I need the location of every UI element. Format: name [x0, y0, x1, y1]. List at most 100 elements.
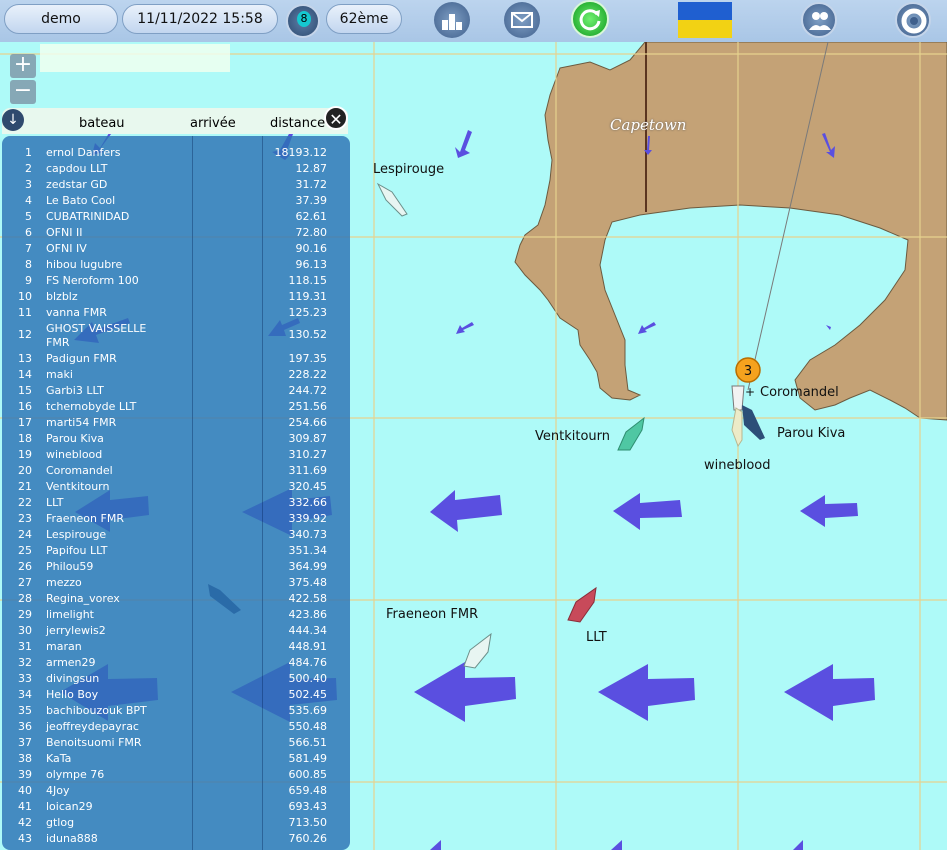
ranking-row[interactable]: 27 mezzo 375.48	[2, 574, 350, 590]
boat-name[interactable]: Benoitsuomi FMR	[46, 736, 166, 750]
boat-name[interactable]: jerrylewis2	[46, 624, 166, 638]
boat-name[interactable]: divingsun	[46, 672, 166, 686]
ranking-row[interactable]: 36 jeoffreydepayrac 550.48	[2, 718, 350, 734]
clock-icon[interactable]: 8	[286, 4, 320, 38]
ranking-row[interactable]: 29 limelight 423.86	[2, 606, 350, 622]
boat-name[interactable]: Le Bato Cool	[46, 194, 166, 208]
boat-name[interactable]: Garbi3 LLT	[46, 384, 166, 398]
boat-name[interactable]: mezzo	[46, 576, 166, 590]
boat-name[interactable]: Coromandel	[46, 464, 166, 478]
header-distance[interactable]: distance	[270, 116, 325, 131]
boat-name[interactable]: OFNI IV	[46, 242, 166, 256]
boat-name[interactable]: OFNI II	[46, 226, 166, 240]
ranking-row[interactable]: 10 blzblz 119.31	[2, 288, 350, 304]
ranking-row[interactable]: 5 CUBATRINIDAD 62.61	[2, 208, 350, 224]
boat-label-parou-kiva[interactable]: Parou Kiva	[777, 426, 845, 441]
boat-name[interactable]: KaTa	[46, 752, 166, 766]
boat-name[interactable]: olympe 76	[46, 768, 166, 782]
ranking-row[interactable]: 30 jerrylewis2 444.34	[2, 622, 350, 638]
ranking-row[interactable]: 34 Hello Boy 502.45	[2, 686, 350, 702]
boat-name[interactable]: loican29	[46, 800, 166, 814]
podium-icon[interactable]	[434, 2, 470, 38]
boat-name[interactable]: 4Joy	[46, 784, 166, 798]
ranking-row[interactable]: 20 Coromandel 311.69	[2, 462, 350, 478]
boat-name[interactable]: LLT	[46, 496, 166, 510]
boat-name[interactable]: CUBATRINIDAD	[46, 210, 166, 224]
ranking-row[interactable]: 1 ernol Danfers 18193.12	[2, 144, 350, 160]
boat-label-llt[interactable]: LLT	[586, 630, 607, 645]
ranking-row[interactable]: 7 OFNI IV 90.16	[2, 240, 350, 256]
ranking-row[interactable]: 17 marti54 FMR 254.66	[2, 414, 350, 430]
ranking-row[interactable]: 11 vanna FMR 125.23	[2, 304, 350, 320]
ranking-row[interactable]: 24 Lespirouge 340.73	[2, 526, 350, 542]
boat-label-wineblood[interactable]: wineblood	[704, 458, 771, 473]
boat-name[interactable]: Padigun FMR	[46, 352, 166, 366]
ranking-row[interactable]: 44Boardin841.20	[2, 846, 350, 850]
user-button[interactable]: demo	[4, 4, 118, 34]
scroll-down-icon[interactable]: ↓	[2, 109, 24, 131]
boat-name[interactable]: armen29	[46, 656, 166, 670]
boat-name[interactable]: Fraeneon FMR	[46, 512, 166, 526]
ranking-row[interactable]: 14 maki 228.22	[2, 366, 350, 382]
refresh-icon[interactable]	[571, 0, 609, 38]
boat-name[interactable]: FS Neroform 100	[46, 274, 166, 288]
boat-label-fraeneon[interactable]: Fraeneon FMR	[386, 607, 478, 622]
boat-name[interactable]: Regina_vorex	[46, 592, 166, 606]
ranking-row[interactable]: 15 Garbi3 LLT 244.72	[2, 382, 350, 398]
ranking-row[interactable]: 38 KaTa 581.49	[2, 750, 350, 766]
ranking-row[interactable]: 18 Parou Kiva 309.87	[2, 430, 350, 446]
ranking-row[interactable]: 6 OFNI II 72.80	[2, 224, 350, 240]
boat-name[interactable]: vanna FMR	[46, 306, 166, 320]
boat-name[interactable]: Parou Kiva	[46, 432, 166, 446]
boat-label-ventkitourn[interactable]: Ventkitourn	[535, 429, 610, 444]
boat-name[interactable]: zedstar GD	[46, 178, 166, 192]
help-lifebuoy-icon[interactable]	[895, 2, 931, 38]
ranking-row[interactable]: 37 Benoitsuomi FMR 566.51	[2, 734, 350, 750]
ranking-row[interactable]: 16 tchernobyde LLT 251.56	[2, 398, 350, 414]
ranking-row[interactable]: 42 gtlog 713.50	[2, 814, 350, 830]
boat-name[interactable]: tchernobyde LLT	[46, 400, 166, 414]
ranking-row[interactable]: 32 armen29 484.76	[2, 654, 350, 670]
ranking-row[interactable]: 31 maran 448.91	[2, 638, 350, 654]
boat-name[interactable]: ernol Danfers	[46, 146, 166, 160]
ranking-row[interactable]: 41 loican29 693.43	[2, 798, 350, 814]
boat-name[interactable]: Papifou LLT	[46, 544, 166, 558]
ranking-row[interactable]: 13 Padigun FMR 197.35	[2, 350, 350, 366]
boat-name[interactable]: wineblood	[46, 448, 166, 462]
zoom-in-button[interactable]: +	[10, 54, 36, 78]
header-boat[interactable]: bateau	[79, 116, 125, 131]
boat-name[interactable]: Hello Boy	[46, 688, 166, 702]
ranking-row[interactable]: 23 Fraeneon FMR 339.92	[2, 510, 350, 526]
boat-name[interactable]: limelight	[46, 608, 166, 622]
ranking-row[interactable]: 26 Philou59 364.99	[2, 558, 350, 574]
boat-name[interactable]: bachibouzouk BPT	[46, 704, 166, 718]
boat-label-coromandel[interactable]: Coromandel	[760, 385, 839, 400]
ranking-row[interactable]: 21 Ventkitourn 320.45	[2, 478, 350, 494]
boat-name[interactable]: Ventkitourn	[46, 480, 166, 494]
boat-name[interactable]: maki	[46, 368, 166, 382]
boat-name[interactable]: iduna888	[46, 832, 166, 846]
ranking-row[interactable]: 4 Le Bato Cool 37.39	[2, 192, 350, 208]
header-arrival[interactable]: arrivée	[190, 116, 236, 131]
boat-name[interactable]: hibou lugubre	[46, 258, 166, 272]
boat-name[interactable]: Lespirouge	[46, 528, 166, 542]
boat-name[interactable]: blzblz	[46, 290, 166, 304]
ranking-row[interactable]: 28 Regina_vorex 422.58	[2, 590, 350, 606]
ranking-row[interactable]: 35 bachibouzouk BPT 535.69	[2, 702, 350, 718]
ranking-row[interactable]: 8 hibou lugubre 96.13	[2, 256, 350, 272]
ranking-panel[interactable]: 1 ernol Danfers 18193.12 2 capdou LLT 12.87 3 z…	[2, 136, 350, 850]
ranking-row[interactable]: 19 wineblood 310.27	[2, 446, 350, 462]
boat-name[interactable]: gtlog	[46, 816, 166, 830]
close-icon[interactable]: ✕	[324, 106, 348, 130]
boat-label-lespirouge[interactable]: Lespirouge	[373, 162, 444, 177]
friends-icon[interactable]	[801, 2, 837, 38]
datetime-button[interactable]: 11/11/2022 15:58	[122, 4, 278, 34]
boat-name[interactable]: jeoffreydepayrac	[46, 720, 166, 734]
boat-name[interactable]: Philou59	[46, 560, 166, 574]
boat-name[interactable]: capdou LLT	[46, 162, 166, 176]
zoom-out-button[interactable]: −	[10, 80, 36, 104]
boat-name[interactable]: GHOST VAISSELLE FMR	[46, 322, 166, 350]
ranking-row[interactable]: 3 zedstar GD 31.72	[2, 176, 350, 192]
ranking-row[interactable]: 9 FS Neroform 100 118.15	[2, 272, 350, 288]
mail-icon[interactable]	[504, 2, 540, 38]
